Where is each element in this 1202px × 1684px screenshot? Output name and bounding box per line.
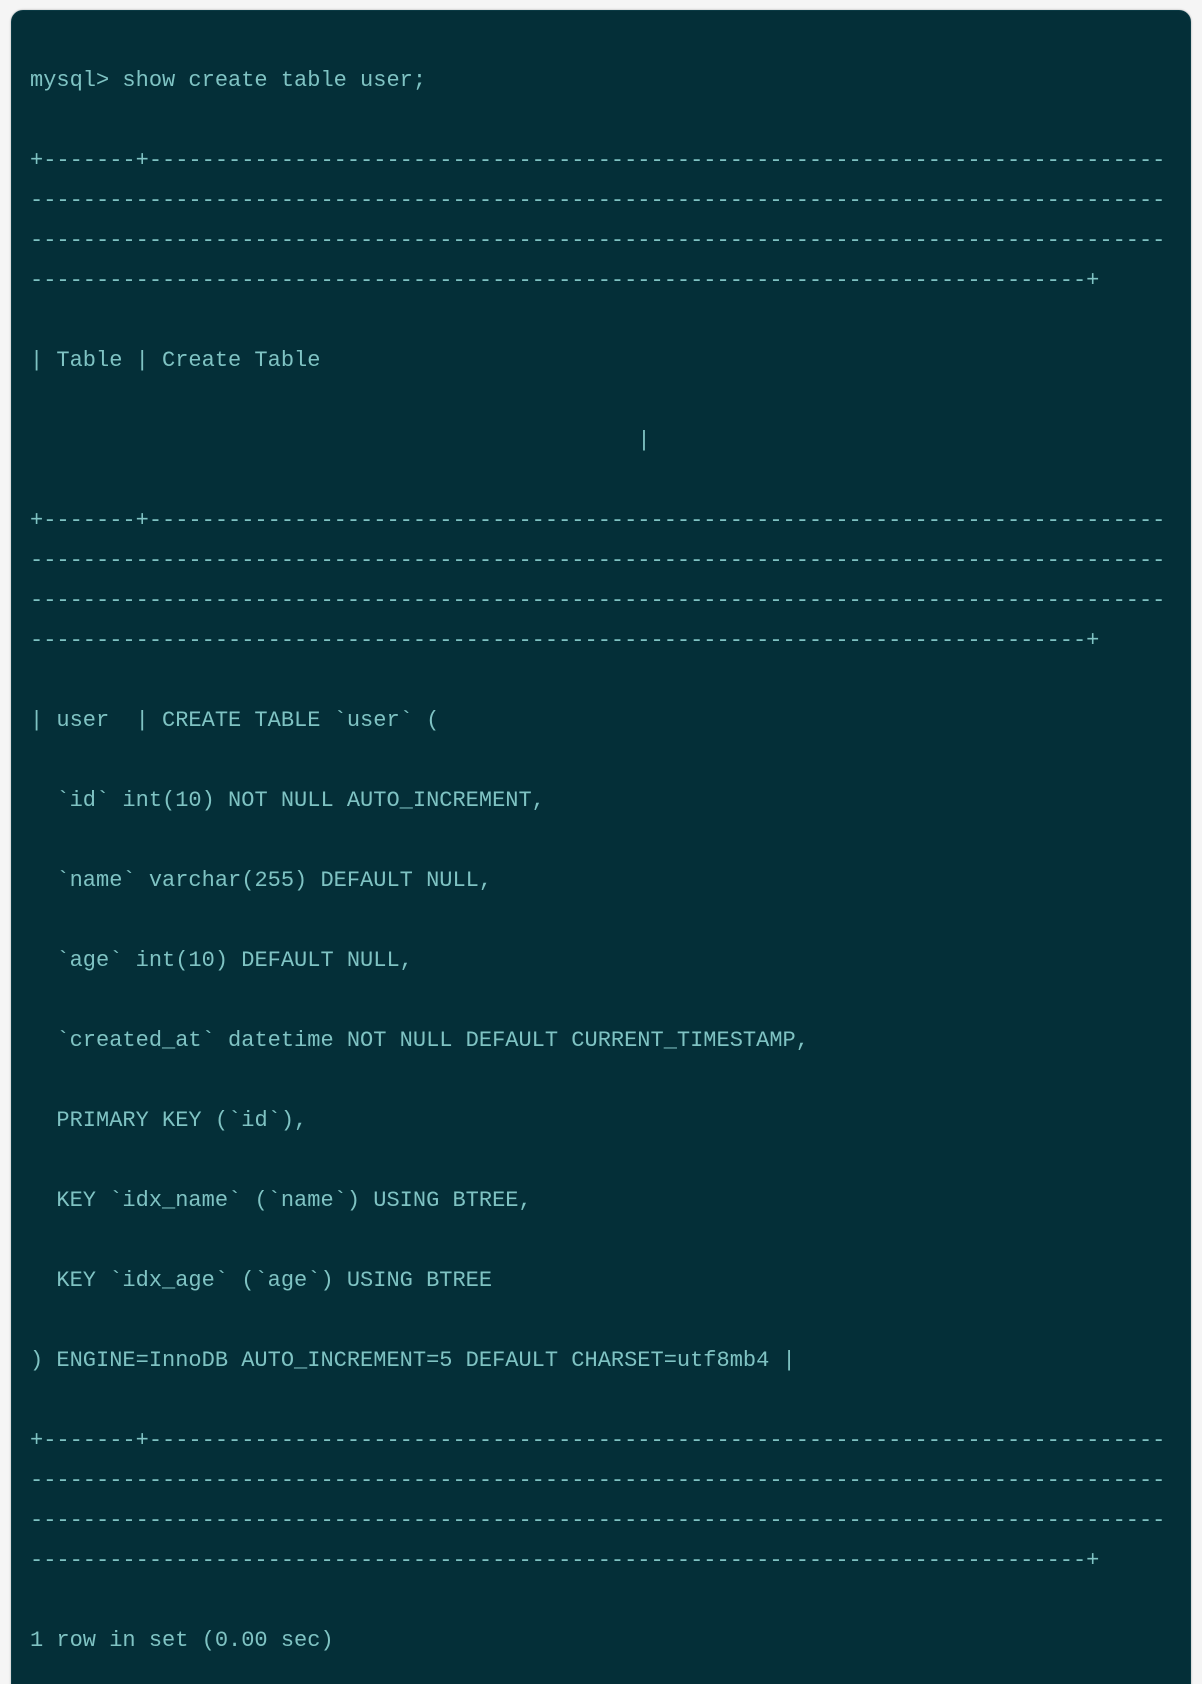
terminal-line: ) ENGINE=InnoDB AUTO_INCREMENT=5 DEFAULT… xyxy=(30,1341,1172,1381)
terminal-line: `age` int(10) DEFAULT NULL, xyxy=(30,941,1172,981)
terminal-line: | user | CREATE TABLE `user` ( xyxy=(30,701,1172,741)
terminal-line: +-------+-------------------------------… xyxy=(30,1421,1172,1581)
terminal-line: `id` int(10) NOT NULL AUTO_INCREMENT, xyxy=(30,781,1172,821)
terminal-line: | xyxy=(30,421,1172,461)
terminal-line: KEY `idx_name` (`name`) USING BTREE, xyxy=(30,1181,1172,1221)
terminal-line: +-------+-------------------------------… xyxy=(30,501,1172,661)
terminal-line: +-------+-------------------------------… xyxy=(30,141,1172,301)
terminal-line: | Table | Create Table xyxy=(30,341,1172,381)
terminal-line: 1 row in set (0.00 sec) xyxy=(30,1621,1172,1661)
terminal-line: PRIMARY KEY (`id`), xyxy=(30,1101,1172,1141)
terminal-line: mysql> show create table user; xyxy=(30,61,1172,101)
terminal-line: `name` varchar(255) DEFAULT NULL, xyxy=(30,861,1172,901)
terminal-line: `created_at` datetime NOT NULL DEFAULT C… xyxy=(30,1021,1172,1061)
terminal-window[interactable]: mysql> show create table user; +-------+… xyxy=(11,10,1191,1684)
terminal-line: KEY `idx_age` (`age`) USING BTREE xyxy=(30,1261,1172,1301)
